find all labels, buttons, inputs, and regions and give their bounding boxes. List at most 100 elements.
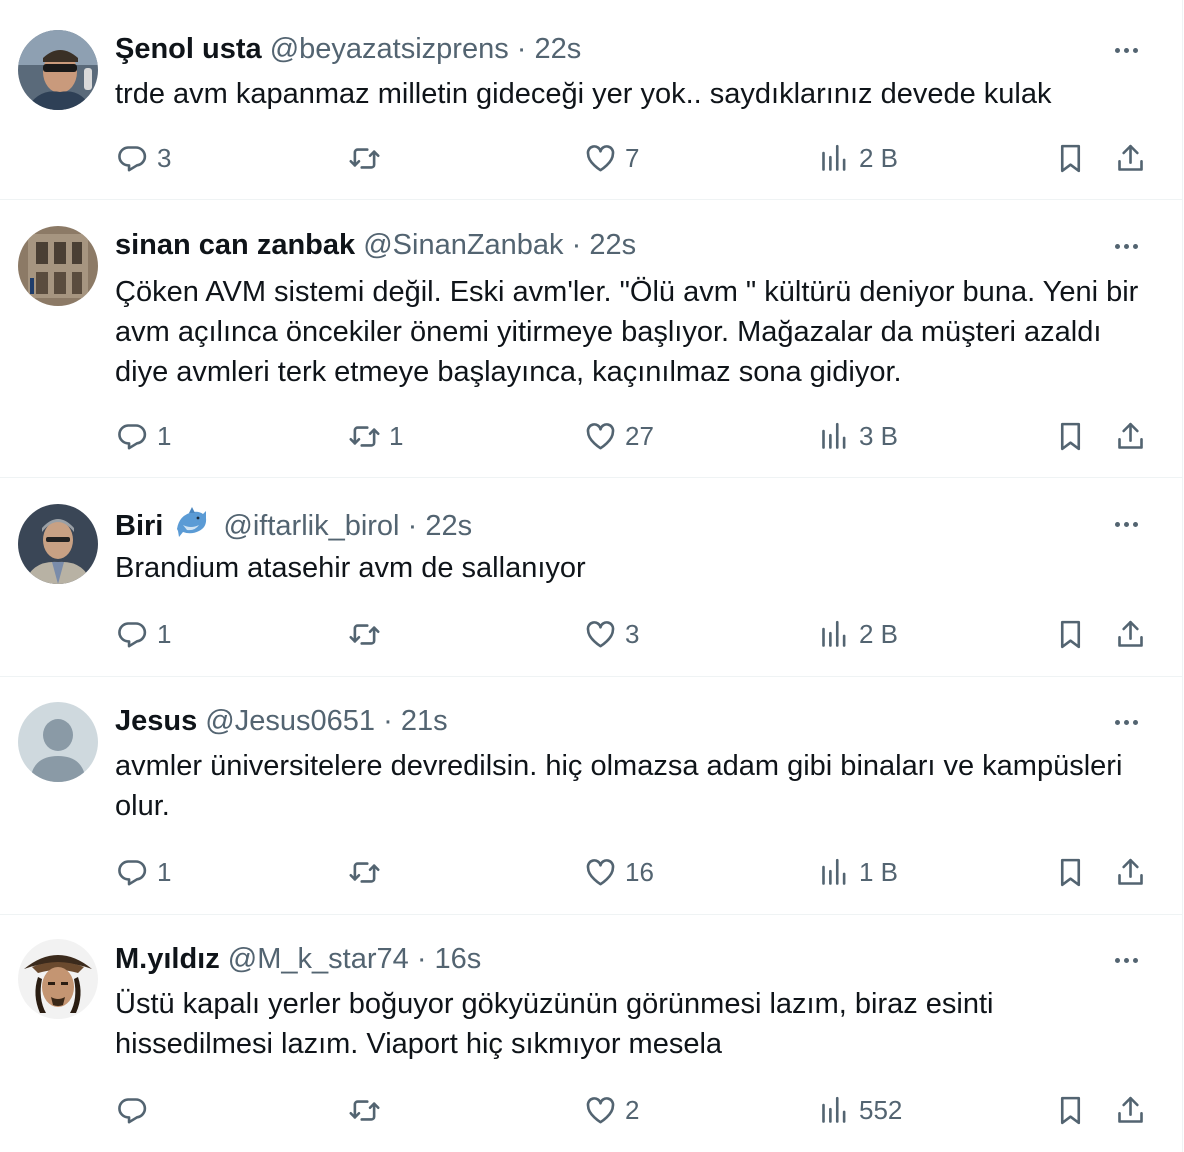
more-icon[interactable] (1108, 506, 1144, 542)
reply-count: 1 (157, 856, 172, 887)
separator: · (516, 33, 527, 65)
retweet-button[interactable]: 1 (348, 416, 403, 456)
reply-button[interactable]: 1 (116, 852, 171, 892)
like-count: 7 (625, 142, 640, 173)
action-bar: 2 552 (0, 1090, 1184, 1130)
like-count: 16 (625, 856, 654, 887)
retweet-button[interactable] (348, 614, 389, 654)
more-icon[interactable] (1108, 942, 1144, 978)
share-icon (1118, 620, 1143, 647)
tweet-header: M.yıldız @M_k_star74 · 16s (115, 941, 481, 977)
share-icon (1118, 1096, 1143, 1123)
views-count: 2 B (859, 618, 899, 649)
timestamp[interactable]: 22s (425, 510, 472, 542)
retweet-button[interactable] (348, 138, 389, 178)
tweet-header: sinan can zanbak @SinanZanbak · 22s (115, 227, 636, 263)
views-button[interactable]: 2 B (818, 138, 898, 178)
avatar[interactable] (18, 702, 98, 782)
views-button[interactable]: 2 B (818, 614, 898, 654)
bookmark-button[interactable] (1054, 614, 1087, 654)
reply-button[interactable]: 1 (116, 614, 171, 654)
bookmark-button[interactable] (1054, 416, 1087, 456)
views-button[interactable]: 3 B (818, 416, 898, 456)
views-icon (822, 858, 846, 885)
like-button[interactable]: 7 (584, 138, 639, 178)
avatar[interactable] (18, 226, 98, 306)
share-button[interactable] (1114, 1090, 1147, 1130)
reply-button[interactable]: 1 (116, 416, 171, 456)
avatar[interactable] (18, 504, 98, 584)
heart-icon (586, 1096, 615, 1123)
share-button[interactable] (1114, 138, 1147, 178)
views-icon (822, 1096, 846, 1123)
dolphin-emoji-icon (173, 505, 209, 548)
bookmark-button[interactable] (1054, 1090, 1087, 1130)
heart-icon (586, 858, 615, 885)
reply-button[interactable]: 3 (116, 138, 171, 178)
tweet-text: Brandium atasehir avm de sallanıyor (115, 552, 586, 584)
timestamp[interactable]: 22s (535, 33, 582, 65)
retweet-icon (349, 623, 380, 645)
more-icon[interactable] (1108, 228, 1144, 264)
separator: · (571, 229, 582, 261)
like-button[interactable]: 16 (584, 852, 654, 892)
reply-icon (118, 859, 147, 885)
like-button[interactable]: 3 (584, 614, 639, 654)
bookmark-icon (1060, 620, 1081, 648)
views-count: 1 B (859, 856, 899, 887)
retweet-icon (349, 861, 380, 883)
reply-icon (118, 1097, 147, 1123)
views-icon (822, 144, 846, 171)
user-handle[interactable]: @M_k_star74 (228, 943, 409, 975)
timestamp[interactable]: 21s (401, 705, 448, 737)
tweet[interactable]: Şenol usta @beyazatsizprens · 22s trde a… (0, 0, 1182, 200)
retweet-icon (349, 425, 380, 447)
user-handle[interactable]: @beyazatsizprens (270, 33, 509, 65)
share-button[interactable] (1114, 416, 1147, 456)
timestamp[interactable]: 16s (435, 943, 482, 975)
action-bar: 1 3 2 B (0, 614, 1184, 654)
share-button[interactable] (1114, 852, 1147, 892)
views-count: 552 (859, 1094, 903, 1125)
tweet[interactable]: Biri @iftarlik_birol · 22s Brandium atas… (0, 478, 1182, 677)
like-button[interactable]: 2 (584, 1090, 639, 1130)
avatar[interactable] (18, 30, 98, 110)
tweet[interactable]: M.yıldız @M_k_star74 · 16s Üstü kapalı y… (0, 915, 1182, 1152)
retweet-button[interactable] (348, 852, 389, 892)
like-button[interactable]: 27 (584, 416, 654, 456)
display-name[interactable]: Biri (115, 510, 163, 542)
action-bar: 1 1 27 3 B (0, 416, 1184, 456)
like-count: 27 (625, 420, 654, 451)
action-bar: 1 16 1 B (0, 852, 1184, 892)
user-handle[interactable]: @iftarlik_birol (223, 510, 399, 542)
tweet-header: Jesus @Jesus0651 · 21s (115, 703, 448, 739)
views-button[interactable]: 552 (818, 1090, 902, 1130)
display-name[interactable]: sinan can zanbak (115, 229, 355, 261)
user-handle[interactable]: @Jesus0651 (205, 705, 375, 737)
display-name[interactable]: M.yıldız (115, 943, 220, 975)
separator: · (383, 705, 393, 737)
timestamp[interactable]: 22s (589, 229, 636, 261)
share-icon (1118, 422, 1143, 449)
avatar[interactable] (18, 939, 98, 1019)
bookmark-button[interactable] (1054, 138, 1087, 178)
display-name[interactable]: Jesus (115, 705, 197, 737)
more-icon[interactable] (1108, 32, 1144, 68)
more-icon[interactable] (1108, 704, 1144, 740)
reply-count: 3 (157, 142, 172, 173)
tweet-text: Çöken AVM sistemi değil. Eski avm'ler. "… (115, 276, 1139, 388)
tweet[interactable]: Jesus @Jesus0651 · 21s avmler üniversite… (0, 677, 1182, 915)
user-handle[interactable]: @SinanZanbak (363, 229, 563, 261)
views-button[interactable]: 1 B (818, 852, 898, 892)
heart-icon (586, 620, 615, 647)
separator: · (416, 943, 427, 975)
share-button[interactable] (1114, 614, 1147, 654)
bookmark-button[interactable] (1054, 852, 1087, 892)
tweet[interactable]: sinan can zanbak @SinanZanbak · 22s Çöke… (0, 200, 1182, 478)
retweet-icon (349, 147, 380, 169)
views-icon (822, 422, 846, 449)
reply-count: 1 (157, 618, 172, 649)
display-name[interactable]: Şenol usta (115, 33, 262, 65)
reply-button[interactable] (116, 1090, 157, 1130)
retweet-button[interactable] (348, 1090, 389, 1130)
